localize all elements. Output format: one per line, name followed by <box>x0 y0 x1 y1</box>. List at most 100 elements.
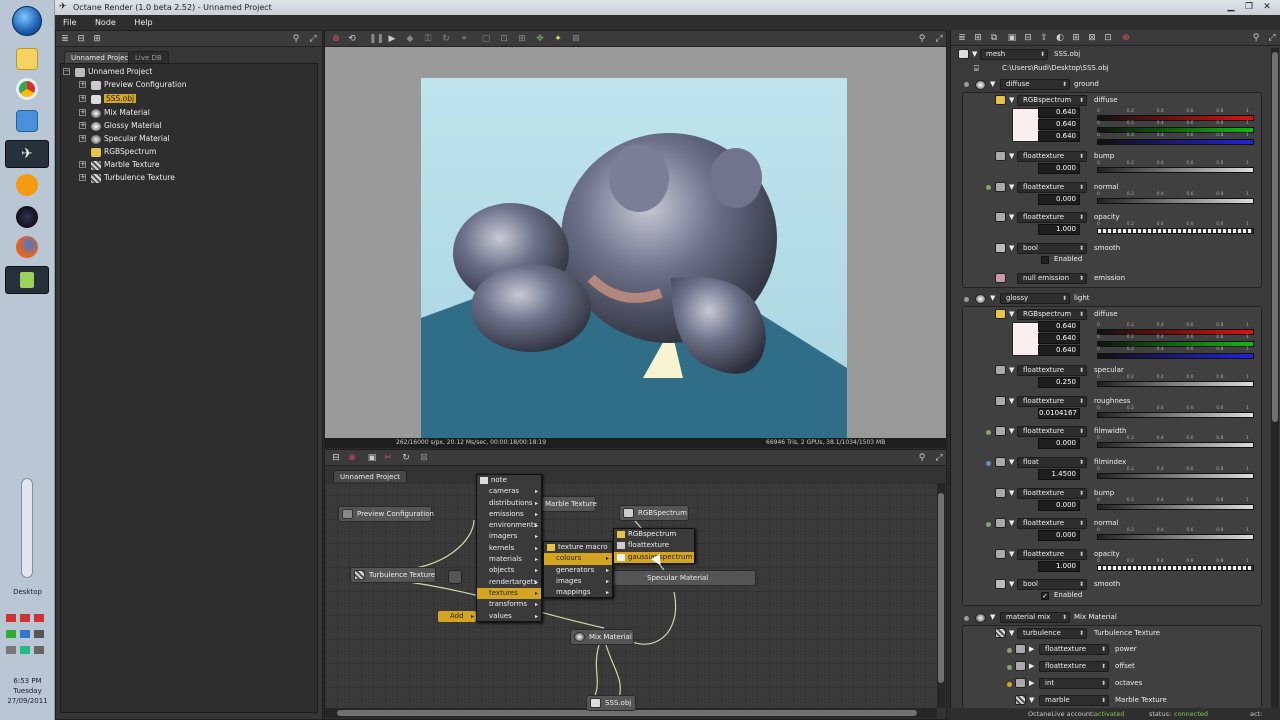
save-icon[interactable]: ▣ <box>367 453 377 463</box>
expand-all-icon[interactable]: ⊞ <box>1071 33 1081 43</box>
tray-icon[interactable] <box>6 630 16 638</box>
tray-icon[interactable] <box>20 630 30 638</box>
lock-icon[interactable]: ⚿ <box>423 34 433 44</box>
attr-type-dropdown[interactable]: turbulence <box>1017 628 1087 639</box>
restart-icon[interactable]: ⟲ <box>347 34 357 44</box>
color-swatch[interactable] <box>1012 108 1040 142</box>
menu-item-generators[interactable]: generators ▸ <box>544 565 612 576</box>
value-input[interactable]: 0.0104167 <box>1038 408 1080 419</box>
node-partial[interactable] <box>448 570 462 584</box>
attr-type-dropdown[interactable]: floattexture <box>1017 396 1087 407</box>
collapse-arrow-icon[interactable]: ▼ <box>990 78 995 91</box>
value-r[interactable]: 0.640 <box>1038 321 1080 332</box>
firefox-icon[interactable] <box>16 236 38 258</box>
pin-icon[interactable]: ⚲ <box>917 453 927 463</box>
step-icon[interactable]: ◆ <box>405 34 415 44</box>
expand-icon[interactable]: ⊞ <box>92 34 102 44</box>
value-slider[interactable] <box>1097 198 1254 204</box>
expand-toggle[interactable]: + <box>79 109 86 116</box>
tree-item-sss-obj[interactable]: SSS.obj <box>91 92 137 105</box>
tab-unnamed-project[interactable]: Unnamed Project <box>64 51 139 63</box>
save-icon[interactable]: ▣ <box>1007 33 1017 43</box>
attr-type-dropdown[interactable]: floattexture <box>1039 661 1109 672</box>
collapse-arrow-icon[interactable]: ▼ <box>1029 694 1034 707</box>
light-icon[interactable]: ✦ <box>553 34 563 44</box>
menu-item-textures[interactable]: textures ▸ <box>477 587 541 600</box>
attributes-scrollbar[interactable] <box>1271 48 1279 720</box>
menu-item-texture-macro[interactable]: texture macro <box>544 542 612 553</box>
collapse-arrow-icon[interactable]: ▼ <box>1009 548 1014 561</box>
expand-arrow-icon[interactable]: ▶ <box>1029 677 1034 690</box>
menu-item-colours[interactable]: colours ▸ <box>544 553 612 565</box>
menu-item-floattexture[interactable]: floattexture <box>614 540 694 551</box>
delete-node-icon[interactable]: ⊗ <box>347 453 357 463</box>
collapse-arrow-icon[interactable]: ▼ <box>1009 517 1014 530</box>
menu-item-environments[interactable]: environments ▸ <box>477 520 541 531</box>
tree-item-turbulence-texture[interactable]: Turbulence Texture <box>91 171 175 184</box>
collapse-arrow-icon[interactable]: ▼ <box>1009 578 1014 591</box>
node-rgbspectrum[interactable]: RGBSpectrum <box>619 505 689 521</box>
notes-app-icon[interactable] <box>16 48 38 70</box>
collapse-arrow-icon[interactable]: ▼ <box>1009 395 1014 408</box>
attr-type-dropdown[interactable]: bool <box>1017 243 1087 254</box>
slider-g[interactable] <box>1097 127 1254 133</box>
graph-icon[interactable]: ⊟ <box>331 453 341 463</box>
value-slider[interactable] <box>1097 565 1254 571</box>
attr-type-dropdown[interactable]: floattexture <box>1017 518 1087 529</box>
value-slider[interactable] <box>1097 473 1254 479</box>
value-slider[interactable] <box>1097 504 1254 510</box>
collapse-arrow-icon[interactable]: ▼ <box>1009 242 1014 255</box>
octane-taskbar-button[interactable]: ✈ <box>5 140 49 168</box>
collapse-arrow-icon[interactable]: ▼ <box>1009 364 1014 377</box>
collapse-arrow-icon[interactable]: ▼ <box>1009 627 1014 640</box>
expand-arrow-icon[interactable]: ▶ <box>1029 660 1034 673</box>
slider-g[interactable] <box>1097 341 1254 347</box>
color-swatch[interactable] <box>1012 322 1040 356</box>
grid-icon[interactable]: ⊟ <box>1023 33 1033 43</box>
app-taskbar-button[interactable] <box>5 266 49 294</box>
tree-root[interactable]: Unnamed Project <box>75 65 152 78</box>
expand-toggle[interactable]: + <box>79 135 86 142</box>
value-b[interactable]: 0.640 <box>1038 345 1080 356</box>
attr-type-dropdown[interactable]: marble <box>1039 695 1109 706</box>
checkbox[interactable] <box>1041 256 1049 264</box>
tray-icon[interactable] <box>34 646 44 654</box>
value-input[interactable]: 0.000 <box>1038 500 1080 511</box>
vlc-icon[interactable] <box>16 174 38 196</box>
slider-r[interactable] <box>1097 329 1254 335</box>
menu-item-transforms[interactable]: transforms ▸ <box>477 599 541 610</box>
control-panel-icon[interactable] <box>16 110 38 132</box>
value-input[interactable]: 0.000 <box>1038 530 1080 541</box>
scroll-thumb[interactable] <box>1272 52 1278 422</box>
node-turbulence-texture[interactable]: Turbulence Texture <box>350 567 436 583</box>
value-g[interactable]: 0.640 <box>1038 333 1080 344</box>
menu-file[interactable]: File <box>55 15 84 30</box>
node-sss-obj[interactable]: SSS.obj <box>586 695 636 711</box>
collapse-arrow-icon[interactable]: ▼ <box>990 611 995 624</box>
cut-icon[interactable]: ✂ <box>383 453 393 463</box>
clear-icon[interactable]: ⊠ <box>419 453 429 463</box>
chrome-icon[interactable] <box>16 78 38 100</box>
value-input[interactable]: 0.000 <box>1038 194 1080 205</box>
tree-item-preview-configuration[interactable]: Preview Configuration <box>91 78 186 91</box>
collapse-arrow-icon[interactable]: ▼ <box>1009 308 1014 321</box>
value-input[interactable]: 1.000 <box>1038 224 1080 235</box>
expand-arrow-icon[interactable]: ▶ <box>1029 643 1034 656</box>
region-icon[interactable]: ⌖ <box>459 34 469 44</box>
collapse-arrow-icon[interactable]: ▼ <box>1009 487 1014 500</box>
value-slider[interactable] <box>1097 167 1254 173</box>
attr-type-dropdown[interactable]: null emission <box>1017 273 1087 284</box>
maximize-panel-icon[interactable]: ⤢ <box>1267 33 1277 43</box>
tray-icon[interactable] <box>6 614 16 622</box>
attr-type-dropdown[interactable]: floattexture <box>1017 426 1087 437</box>
attr-type-dropdown[interactable]: bool <box>1017 579 1087 590</box>
value-slider[interactable] <box>1097 412 1254 418</box>
list-icon[interactable]: ≣ <box>60 34 70 44</box>
slider-r[interactable] <box>1097 115 1254 121</box>
tray-icon[interactable] <box>20 646 30 654</box>
list-icon[interactable]: ≣ <box>957 33 967 43</box>
mesh-type-dropdown[interactable]: mesh <box>980 49 1048 60</box>
add-node-button[interactable]: Add ▸ <box>438 611 476 622</box>
tree-item-glossy-material[interactable]: Glossy Material <box>91 119 162 132</box>
attr-type-dropdown[interactable]: RGBspectrum <box>1017 95 1087 106</box>
